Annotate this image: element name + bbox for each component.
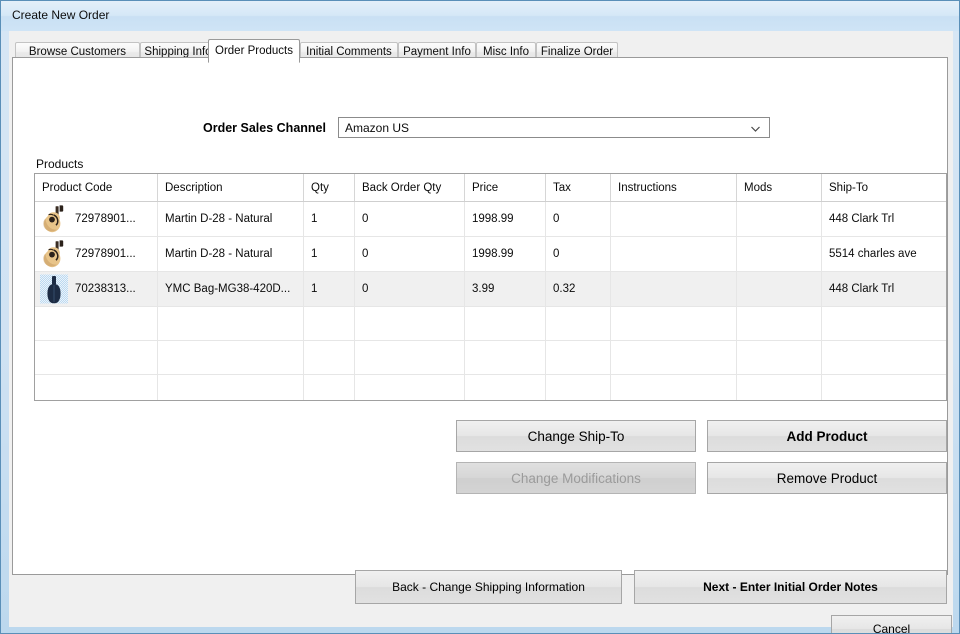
cell-tax: 0 (545, 236, 611, 272)
column-header-qty[interactable]: Qty (303, 174, 355, 202)
cell-tax: 0.32 (545, 271, 611, 307)
cell-instructions (610, 236, 737, 272)
product-code-text: 72978901... (75, 248, 136, 260)
cell-empty (610, 374, 737, 400)
cell-empty (736, 306, 822, 341)
cell-empty (35, 374, 158, 400)
table-row-empty[interactable] (35, 374, 946, 400)
column-header-back-order-qty[interactable]: Back Order Qty (354, 174, 465, 202)
products-table: Product Code Description Qty Back Order Qty… (35, 174, 946, 400)
acoustic-guitar-icon (43, 240, 64, 268)
cell-description: YMC Bag-MG38-420D... (157, 271, 304, 307)
chevron-down-icon (751, 126, 760, 132)
column-header-instructions[interactable]: Instructions (610, 174, 737, 202)
cell-empty (821, 340, 946, 375)
cell-product-code: 72978901... (35, 201, 158, 237)
cell-back-order-qty: 0 (354, 236, 465, 272)
cell-empty (545, 340, 611, 375)
order-sales-channel-combobox[interactable]: Amazon US (338, 117, 770, 138)
cell-empty (821, 306, 946, 341)
cell-qty: 1 (303, 271, 355, 307)
cell-qty: 1 (303, 201, 355, 237)
cell-empty (354, 374, 465, 400)
cell-empty (303, 340, 355, 375)
cell-ship-to: 448 Clark Trl (821, 271, 946, 307)
product-code-text: 70238313... (75, 283, 136, 295)
gig-bag-icon (40, 274, 68, 304)
cell-empty (35, 340, 158, 375)
cell-description: Martin D-28 - Natural (157, 236, 304, 272)
cell-empty (464, 340, 546, 375)
cell-price: 1998.99 (464, 236, 546, 272)
change-ship-to-button[interactable]: Change Ship-To (456, 420, 696, 452)
cell-empty (464, 374, 546, 400)
table-row[interactable]: 72978901... Martin D-28 - Natural 1 0 1998.9… (35, 201, 946, 237)
products-header-row: Product Code Description Qty Back Order Qty… (35, 174, 946, 202)
column-header-price[interactable]: Price (464, 174, 546, 202)
add-product-button[interactable]: Add Product (707, 420, 947, 452)
cell-empty (354, 340, 465, 375)
cell-instructions (610, 201, 737, 237)
cell-ship-to: 448 Clark Trl (821, 201, 946, 237)
cancel-button[interactable]: Cancel (831, 615, 952, 633)
products-table-head: Product Code Description Qty Back Order Qty… (35, 174, 946, 202)
cell-empty (303, 374, 355, 400)
acoustic-guitar-icon (43, 205, 64, 233)
cell-qty: 1 (303, 236, 355, 272)
cell-back-order-qty: 0 (354, 271, 465, 307)
cell-empty (303, 306, 355, 341)
remove-product-button[interactable]: Remove Product (707, 462, 947, 494)
cell-back-order-qty: 0 (354, 201, 465, 237)
tab-order-products[interactable]: Order Products (208, 39, 300, 63)
cell-empty (464, 306, 546, 341)
tab-page-order-products: Order Sales Channel Amazon US Products P… (12, 57, 948, 604)
cell-empty (821, 374, 946, 400)
cell-mods (736, 271, 822, 307)
cell-empty (545, 306, 611, 341)
cell-tax: 0 (545, 201, 611, 237)
column-header-description[interactable]: Description (157, 174, 304, 202)
cell-price: 1998.99 (464, 201, 546, 237)
cell-description: Martin D-28 - Natural (157, 201, 304, 237)
cell-empty (610, 340, 737, 375)
cell-product-code: 70238313... (35, 271, 158, 307)
cell-instructions (610, 271, 737, 307)
column-header-tax[interactable]: Tax (545, 174, 611, 202)
cell-price: 3.99 (464, 271, 546, 307)
cell-empty (157, 340, 304, 375)
order-sales-channel-label: Order Sales Channel (203, 121, 326, 135)
cell-empty (736, 340, 822, 375)
column-header-ship-to[interactable]: Ship-To (821, 174, 946, 202)
cell-empty (545, 374, 611, 400)
order-sales-channel-value: Amazon US (345, 121, 410, 135)
cell-empty (157, 374, 304, 400)
cell-empty (157, 306, 304, 341)
window-titlebar: Create New Order (1, 1, 959, 31)
products-section-label: Products (36, 157, 84, 171)
cell-empty (35, 306, 158, 341)
products-table-body: 72978901... Martin D-28 - Natural 1 0 1998.9… (35, 201, 946, 400)
table-row-empty[interactable] (35, 340, 946, 375)
product-code-text: 72978901... (75, 213, 136, 225)
products-grid[interactable]: Product Code Description Qty Back Order Qty… (34, 173, 947, 401)
window-title: Create New Order (12, 8, 110, 22)
back-change-shipping-information-button[interactable]: Back - Change Shipping Information (355, 570, 622, 604)
cell-mods (736, 201, 822, 237)
cell-product-code: 72978901... (35, 236, 158, 272)
next-enter-initial-order-notes-button[interactable]: Next - Enter Initial Order Notes (634, 570, 947, 604)
table-row-empty[interactable] (35, 306, 946, 341)
create-new-order-window: Create New Order Browse Customers Shippin… (0, 0, 960, 634)
column-header-mods[interactable]: Mods (736, 174, 822, 202)
cell-empty (610, 306, 737, 341)
cell-empty (736, 374, 822, 400)
change-modifications-button: Change Modifications (456, 462, 696, 494)
dialog-client-area: Browse Customers Shipping Info Order Produ… (9, 31, 953, 633)
cell-mods (736, 236, 822, 272)
table-row[interactable]: 72978901... Martin D-28 - Natural 1 0 1998.9… (35, 236, 946, 272)
column-header-product-code[interactable]: Product Code (35, 174, 158, 202)
table-row[interactable]: 70238313... YMC Bag-MG38-420D... 1 0 3.99 0.3… (35, 271, 946, 307)
cell-ship-to: 5514 charles ave (821, 236, 946, 272)
cell-empty (354, 306, 465, 341)
